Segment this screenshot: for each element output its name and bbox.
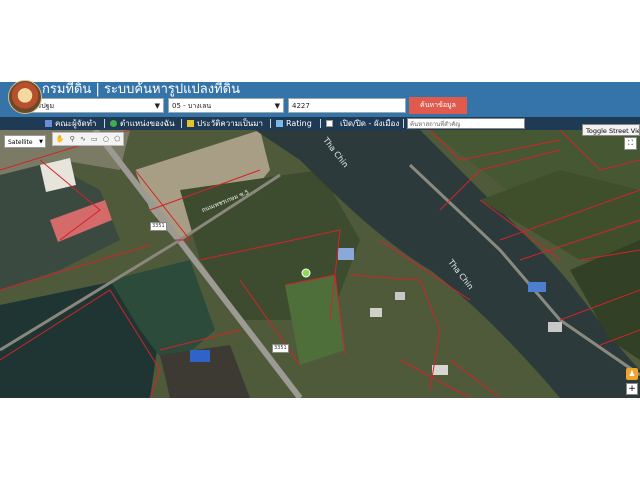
menu-separator <box>320 119 321 128</box>
house-roof <box>338 248 354 260</box>
menu-item-rating[interactable]: Rating <box>276 117 312 130</box>
parcel-number-input[interactable]: 4227 <box>288 98 406 113</box>
app-title: กรมที่ดิน | ระบบค้นหารูปแปลงที่ดิน <box>42 82 240 97</box>
checkbox-icon[interactable] <box>326 120 333 127</box>
search-button[interactable]: ค้นหาข้อมูล <box>409 97 467 114</box>
history-icon <box>187 120 194 127</box>
district-select[interactable]: 05 - บางเลน ▼ <box>168 98 284 113</box>
house-roof <box>190 350 210 362</box>
menu-item-town-plan-toggle[interactable]: เปิด/ปิด - ผังเมือง <box>326 117 399 130</box>
map-layer-select[interactable]: Satellite ▼ <box>4 135 46 148</box>
map-layer-value: Satellite <box>8 139 33 146</box>
menu-item-team[interactable]: คณะผู้จัดทำ <box>45 117 96 130</box>
dropdown-arrow-icon: ▼ <box>274 102 280 110</box>
zoom-in-button[interactable]: + <box>626 383 638 395</box>
house-roof <box>548 322 562 332</box>
route-shield: 3351 <box>150 222 167 231</box>
district-value: 05 - บางเลน <box>172 102 212 110</box>
route-shield: 3351 <box>272 344 289 353</box>
menu-separator <box>403 119 404 128</box>
toggle-street-view-button[interactable]: Toggle Street View <box>582 124 640 136</box>
satellite-map[interactable] <box>0 130 640 398</box>
polygon-tool-icon[interactable]: ⬠ <box>114 135 120 143</box>
line-tool-icon[interactable]: ∿ <box>80 135 86 143</box>
rectangle-tool-icon[interactable]: ▭ <box>91 135 98 143</box>
house-roof <box>395 292 405 300</box>
draw-toolbar: ✋ ⚲ ∿ ▭ ○ ⬠ <box>52 132 124 146</box>
parcel-number-value: 4227 <box>292 102 310 110</box>
globe-icon <box>110 120 117 127</box>
pegman-icon[interactable]: ♟ <box>626 368 638 380</box>
dropdown-arrow-icon: ▼ <box>39 139 43 145</box>
menu-separator <box>270 119 271 128</box>
house-roof <box>370 308 382 317</box>
place-search-input[interactable]: ค้นหาสถานที่สำคัญ <box>407 118 525 129</box>
hand-tool-icon[interactable]: ✋ <box>56 135 65 143</box>
department-logo <box>8 80 42 114</box>
province-select[interactable]: นครปฐม ▼ <box>24 98 164 113</box>
menu-item-my-location[interactable]: ตำแหน่งของฉัน <box>110 117 175 130</box>
menu-separator <box>104 119 105 128</box>
building-icon <box>45 120 52 127</box>
marker-tool-icon[interactable]: ⚲ <box>70 135 75 143</box>
location-marker <box>301 268 311 278</box>
circle-tool-icon[interactable]: ○ <box>103 135 109 143</box>
chart-icon <box>276 120 283 127</box>
house-roof <box>528 282 546 292</box>
menu-item-history[interactable]: ประวัติความเป็นมา <box>187 117 263 130</box>
dropdown-arrow-icon: ▼ <box>154 102 160 110</box>
menu-separator <box>181 119 182 128</box>
map-imagery <box>0 130 640 398</box>
fullscreen-icon[interactable]: ⛶ <box>624 137 637 150</box>
